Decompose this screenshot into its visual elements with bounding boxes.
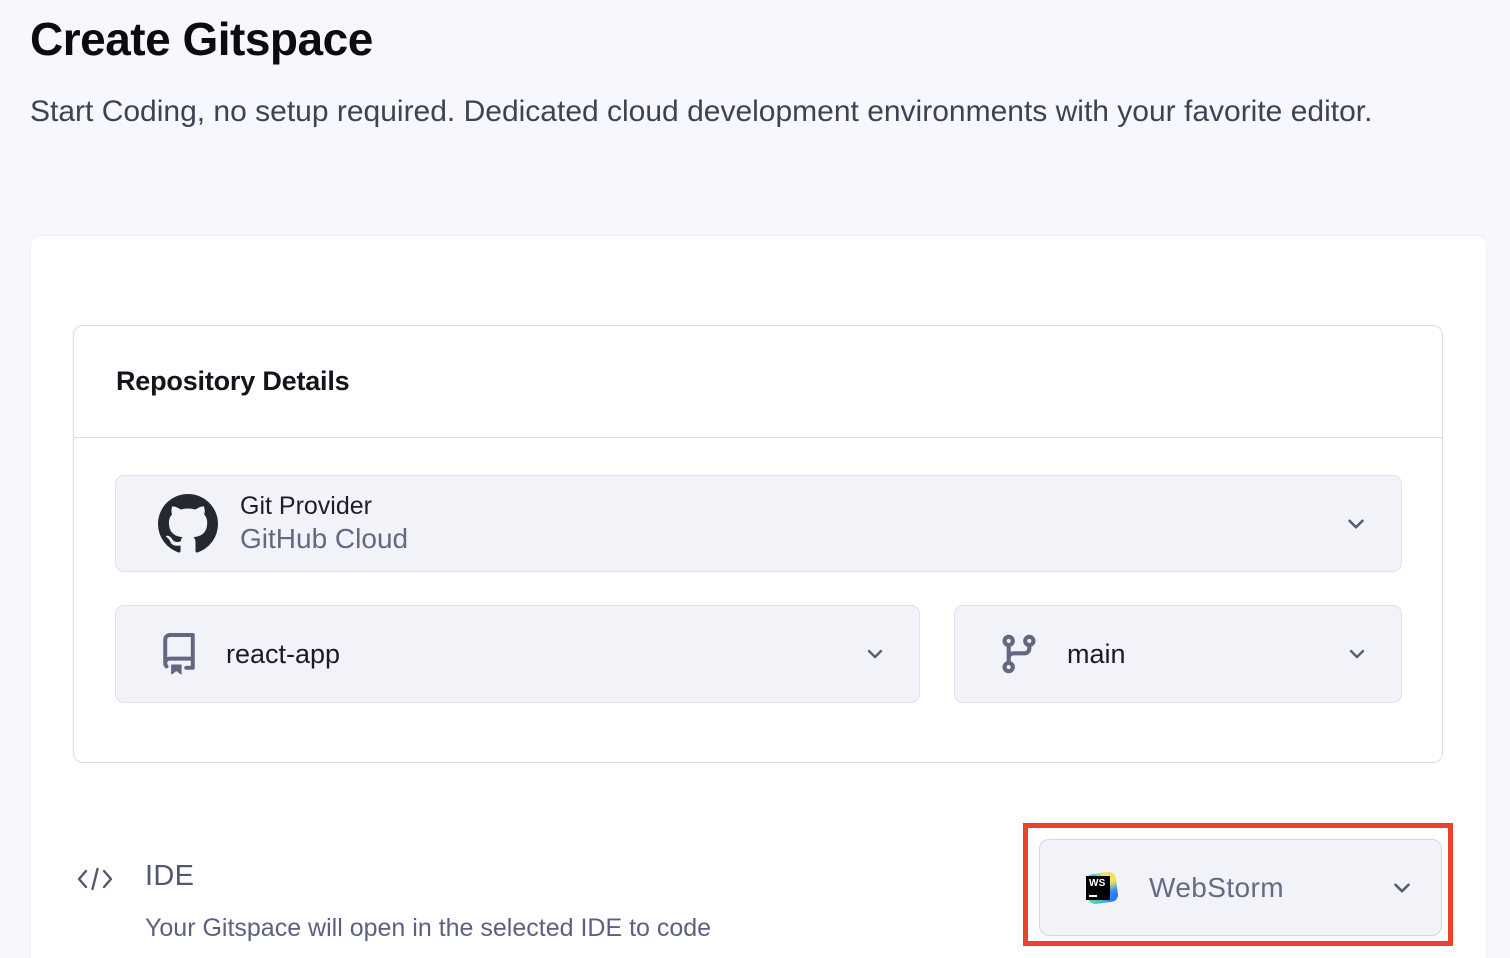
ide-select[interactable]: WS WebStorm	[1039, 839, 1442, 936]
branch-select[interactable]: main	[954, 605, 1402, 703]
git-provider-label: Git Provider	[240, 491, 408, 522]
repository-value: react-app	[226, 639, 340, 670]
chevron-down-icon	[1389, 875, 1415, 901]
chevron-down-icon	[1343, 511, 1369, 537]
annotation-highlight-box: WS WebStorm	[1023, 823, 1453, 946]
chevron-down-icon	[863, 642, 887, 666]
git-branch-icon	[997, 632, 1041, 676]
webstorm-icon-label: WS	[1086, 876, 1110, 900]
page-title: Create Gitspace	[30, 12, 373, 66]
repo-icon	[158, 633, 200, 675]
chevron-down-icon	[1345, 642, 1369, 666]
github-icon	[158, 494, 218, 554]
repository-select[interactable]: react-app	[115, 605, 920, 703]
webstorm-icon: WS	[1084, 869, 1120, 907]
branch-value: main	[1067, 639, 1126, 670]
code-icon	[75, 864, 115, 894]
create-gitspace-page: Create Gitspace Start Coding, no setup r…	[0, 0, 1510, 958]
git-provider-select[interactable]: Git Provider GitHub Cloud	[115, 475, 1402, 572]
ide-section-label: IDE	[145, 860, 194, 893]
ide-value: WebStorm	[1149, 872, 1284, 904]
page-subtitle: Start Coding, no setup required. Dedicat…	[30, 90, 1490, 133]
git-provider-value: GitHub Cloud	[240, 522, 408, 556]
repository-details-header: Repository Details	[74, 326, 1442, 438]
repository-details-heading: Repository Details	[116, 366, 349, 397]
ide-section-description: Your Gitspace will open in the selected …	[145, 914, 711, 943]
